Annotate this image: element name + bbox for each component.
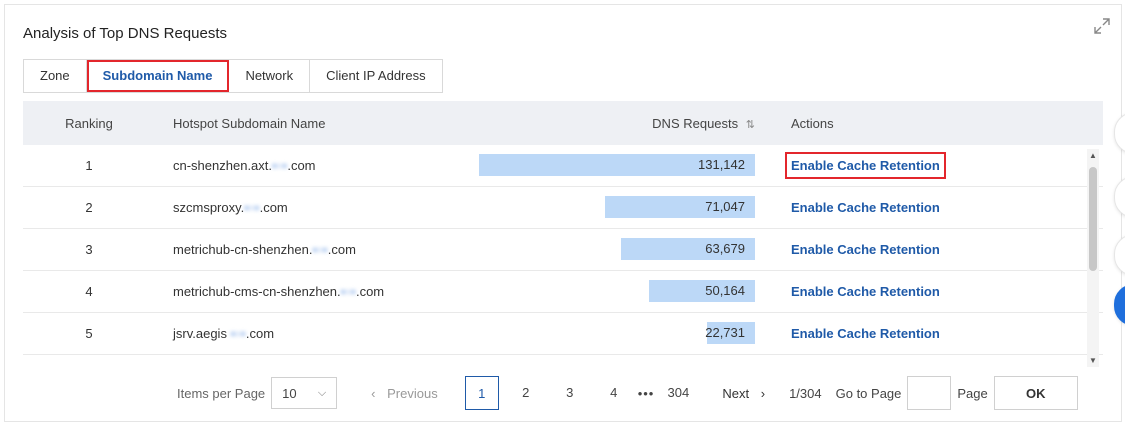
header-actions: Actions <box>791 115 834 131</box>
redacted-segment: ▪▫▪ <box>272 158 288 173</box>
table-header: Ranking Hotspot Subdomain Name DNS Reque… <box>23 101 1103 145</box>
enable-cache-retention-link[interactable]: Enable Cache Retention <box>791 200 940 215</box>
page-counter: 1/304 <box>789 385 822 401</box>
page-label: Page <box>957 385 988 401</box>
goto-page-input[interactable] <box>907 376 952 410</box>
request-bar-wrap: 131,142 <box>455 153 773 178</box>
table-row: 3 metrichub-cn-shenzhen.▪▫▪.com 63,679 Enab… <box>23 229 1103 271</box>
redacted-segment: ▪▫▪ <box>312 242 328 257</box>
header-ranking: Ranking <box>65 115 113 131</box>
items-per-page-value: 10 <box>282 385 297 401</box>
row-ranking: 2 <box>85 200 93 215</box>
row-subdomain-name: metrichub-cms-cn-shenzhen.▪▫▪.com <box>155 284 455 299</box>
subdomain-suffix: .com <box>245 326 275 341</box>
request-bar-wrap: 50,164 <box>455 279 773 304</box>
row-actions: Enable Cache Retention <box>773 200 1083 215</box>
subdomain-prefix: cn-shenzhen.axt. <box>173 158 273 173</box>
ok-button[interactable]: OK <box>993 376 1078 410</box>
tab-client-ip-address[interactable]: Client IP Address <box>310 60 441 92</box>
panel-title: Analysis of Top DNS Requests <box>23 25 227 42</box>
request-bar-wrap: 71,047 <box>455 195 773 220</box>
row-ranking: 1 <box>85 158 93 173</box>
expand-icon-svg <box>1094 18 1110 34</box>
redacted-segment: ▪▫▪ <box>230 326 246 341</box>
row-subdomain-name: cn-shenzhen.axt.▪▫▪.com <box>155 158 455 173</box>
row-ranking: 3 <box>85 242 93 257</box>
table-row: 4 metrichub-cms-cn-shenzhen.▪▫▪.com 50,164… <box>23 271 1103 313</box>
page-1-button[interactable]: 1 <box>464 376 499 410</box>
request-value: 22,731 <box>705 324 745 340</box>
header-dns-requests[interactable]: DNS Requests ⇅ <box>455 116 773 131</box>
request-value: 63,679 <box>705 240 745 256</box>
subdomain-suffix: .com <box>355 284 385 299</box>
row-dns-requests: 22,731 <box>455 321 773 346</box>
table-body: 1 cn-shenzhen.axt.▪▫▪.com 131,142 Enable Ca… <box>23 145 1103 355</box>
scroll-thumb[interactable] <box>1089 167 1097 271</box>
row-actions: Enable Cache Retention <box>773 326 1083 341</box>
page-last-button[interactable]: 304 <box>661 376 695 410</box>
header-subdomain-name: Hotspot Subdomain Name <box>173 115 326 131</box>
tab-subdomain-name[interactable]: Subdomain Name <box>86 60 230 92</box>
table-row: 5 jsrv.aegis ▪▫▪.com 22,731 Enable Cache Re… <box>23 313 1103 355</box>
items-per-page-label: Items per Page <box>177 385 266 401</box>
chevron-right-icon: › <box>760 385 766 401</box>
enable-cache-retention-link[interactable]: Enable Cache Retention <box>791 242 940 257</box>
request-value: 50,164 <box>705 282 745 298</box>
table-row: 1 cn-shenzhen.axt.▪▫▪.com 131,142 Enable Ca… <box>23 145 1103 187</box>
pagination: Items per Page 10 ⌵ ‹ Previous 1 2 3 4 •… <box>177 375 1078 411</box>
header-dns-requests-label: DNS Requests <box>652 115 739 131</box>
pagination-ellipsis[interactable]: ••• <box>638 386 655 401</box>
expand-icon[interactable] <box>1093 17 1111 35</box>
row-subdomain-name: jsrv.aegis ▪▫▪.com <box>155 326 455 341</box>
chevron-down-icon: ⌵ <box>317 386 327 399</box>
previous-label: Previous <box>387 385 438 401</box>
tab-network[interactable]: Network <box>229 60 311 92</box>
items-per-page-select[interactable]: 10 ⌵ <box>271 377 338 409</box>
row-subdomain-name: szcmsproxy.▪▫▪.com <box>155 200 455 215</box>
subdomain-prefix: jsrv.aegis <box>173 326 231 341</box>
scroll-down-icon[interactable]: ▼ <box>1088 356 1098 365</box>
subdomain-prefix: metrichub-cms-cn-shenzhen. <box>173 284 341 299</box>
tab-zone[interactable]: Zone <box>24 60 87 92</box>
request-bar-wrap: 63,679 <box>455 237 773 262</box>
row-dns-requests: 71,047 <box>455 195 773 220</box>
enable-cache-retention-link[interactable]: Enable Cache Retention <box>791 284 940 299</box>
row-ranking: 5 <box>85 326 93 341</box>
row-dns-requests: 50,164 <box>455 279 773 304</box>
request-value: 131,142 <box>698 156 745 172</box>
enable-cache-retention-link[interactable]: Enable Cache Retention <box>785 152 946 179</box>
row-dns-requests: 63,679 <box>455 237 773 262</box>
next-page-button[interactable]: Next › <box>722 386 765 401</box>
next-label: Next <box>722 385 750 401</box>
subdomain-prefix: szcmsproxy. <box>173 200 245 215</box>
row-dns-requests: 131,142 <box>455 153 773 178</box>
table-scrollbar[interactable]: ▲ ▼ <box>1087 149 1099 367</box>
row-actions: Enable Cache Retention <box>773 152 1083 179</box>
previous-page-button[interactable]: ‹ Previous <box>371 386 438 401</box>
tab-bar: Zone Subdomain Name Network Client IP Ad… <box>23 59 443 93</box>
page-3-button[interactable]: 3 <box>553 376 587 410</box>
redacted-segment: ▪▫▪ <box>244 200 260 215</box>
row-actions: Enable Cache Retention <box>773 284 1083 299</box>
dns-requests-table: Ranking Hotspot Subdomain Name DNS Reque… <box>23 101 1103 367</box>
row-ranking: 4 <box>85 284 93 299</box>
redacted-segment: ▪▫▪ <box>340 284 356 299</box>
goto-label: Go to Page <box>835 385 902 401</box>
page-4-button[interactable]: 4 <box>597 376 631 410</box>
chevron-left-icon: ‹ <box>371 385 376 401</box>
row-subdomain-name: metrichub-cn-shenzhen.▪▫▪.com <box>155 242 455 257</box>
dns-analysis-panel: Analysis of Top DNS Requests Zone Subdom… <box>4 4 1122 422</box>
subdomain-suffix: .com <box>327 242 356 257</box>
subdomain-prefix: metrichub-cn-shenzhen. <box>173 242 313 257</box>
table-row: 2 szcmsproxy.▪▫▪.com 71,047 Enable Cache Re… <box>23 187 1103 229</box>
scroll-up-icon[interactable]: ▲ <box>1088 151 1098 160</box>
sort-icon[interactable]: ⇅ <box>746 119 755 131</box>
row-actions: Enable Cache Retention <box>773 242 1083 257</box>
subdomain-suffix: .com <box>259 200 288 215</box>
page-2-button[interactable]: 2 <box>509 376 543 410</box>
enable-cache-retention-link[interactable]: Enable Cache Retention <box>791 326 940 341</box>
request-value: 71,047 <box>705 198 745 214</box>
request-bar-wrap: 22,731 <box>455 321 773 346</box>
subdomain-suffix: .com <box>287 158 316 173</box>
